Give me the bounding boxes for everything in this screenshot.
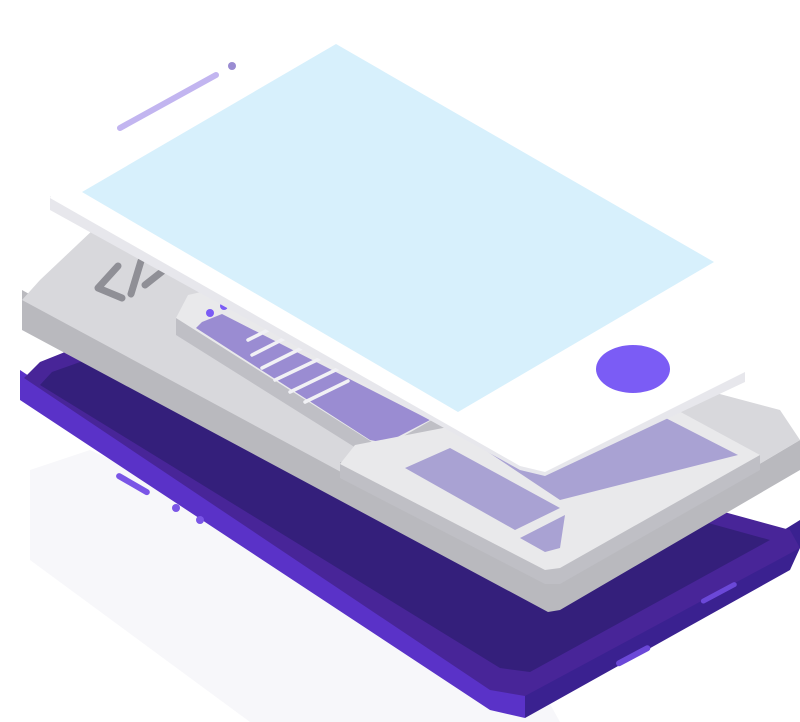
window-dot-1: [206, 309, 214, 317]
illustration-canvas: </>: [0, 0, 800, 722]
phone-side-dot-2: [196, 516, 204, 524]
code-symbol-label: </>: [0, 0, 2, 1]
isometric-phone-illustration: </>: [0, 0, 800, 722]
phone-side-dot-1: [172, 504, 180, 512]
camera-dot: [228, 62, 236, 70]
home-button-icon[interactable]: [596, 345, 670, 393]
